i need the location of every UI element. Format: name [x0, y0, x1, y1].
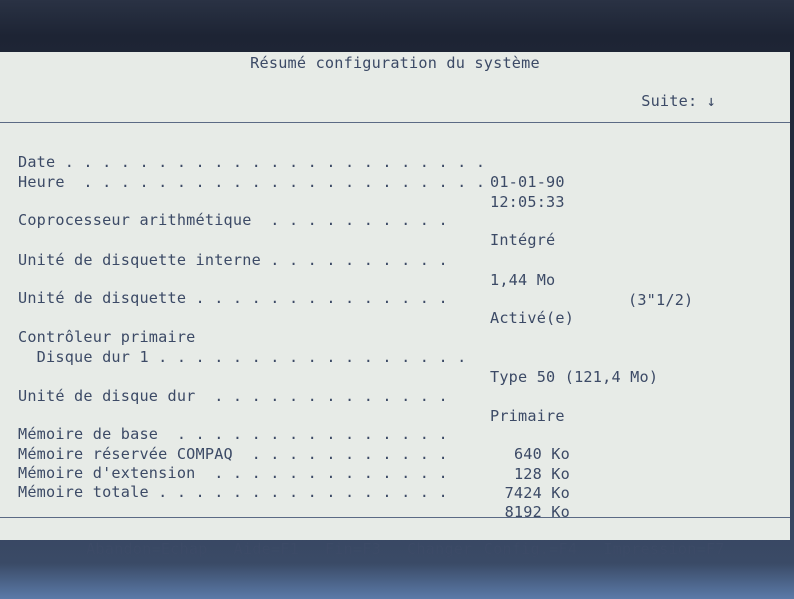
reserved-memory-value: 128 Ko [513, 465, 570, 483]
print-key[interactable]: Impression=F7 [603, 540, 724, 558]
coprocessor-label: Coprocesseur arithmétique . . . . . . . … [18, 211, 448, 229]
internal-floppy-size: (3"1/2) [628, 291, 694, 309]
row-date[interactable]: Date . . . . . . . . . . . . . . . . . .… [0, 132, 565, 191]
row-primary-controller: Contrôleur primaire [0, 307, 195, 346]
heure-value[interactable]: 12:05:33 [490, 192, 565, 212]
top-divider [0, 122, 790, 123]
date-label: Date . . . . . . . . . . . . . . . . . .… [18, 153, 486, 171]
row-heure[interactable]: Heure . . . . . . . . . . . . . . . . . … [0, 152, 565, 211]
abandon-key[interactable]: Abandon=Echap [86, 540, 207, 558]
total-memory-value: 8192 Ko [504, 503, 570, 521]
help-key[interactable]: Aide=F1 [234, 540, 299, 558]
heure-label: Heure . . . . . . . . . . . . . . . . . … [18, 173, 486, 191]
row-reserved-memory: Mémoire réservée COMPAQ . . . . . . . . … [0, 424, 570, 483]
end-key[interactable]: Fin=F3 [325, 540, 381, 558]
base-memory-value: 640 Ko [513, 445, 570, 463]
floppy-label: Unité de disquette . . . . . . . . . . .… [18, 289, 448, 307]
row-internal-floppy[interactable]: Unité de disquette interne . . . . . . .… [0, 230, 693, 309]
bottom-divider [0, 517, 790, 518]
row-coprocessor[interactable]: Coprocesseur arithmétique . . . . . . . … [0, 190, 555, 249]
row-floppy[interactable]: Unité de disquette . . . . . . . . . . .… [0, 268, 574, 327]
screen-title: Résumé configuration du système [250, 54, 540, 72]
row-hard-drive-unit[interactable]: Unité de disque dur . . . . . . . . . . … [0, 366, 565, 425]
setup-screen: Résumé configuration du système Suite: ↓… [0, 52, 790, 558]
hard-disk-1-label: Disque dur 1 . . . . . . . . . . . . . .… [18, 348, 467, 366]
row-base-memory: Mémoire de base . . . . . . . . . . . . … [0, 404, 570, 463]
function-key-bar: Abandon=Echap Aide=F1 Fin=F3 Changer Config… [18, 522, 751, 576]
extended-memory-label: Mémoire d'extension . . . . . . . . . . … [18, 464, 448, 482]
coprocessor-value[interactable]: Intégré [490, 230, 555, 250]
row-total-memory: Mémoire totale . . . . . . . . . . . . .… [0, 462, 570, 521]
internal-floppy-value[interactable]: 1,44 Mo [490, 270, 555, 290]
row-extended-memory: Mémoire d'extension . . . . . . . . . . … [0, 443, 570, 502]
change-config-key[interactable]: Changer Config.=F4 [407, 540, 577, 558]
date-value[interactable]: 01-01-90 [490, 172, 565, 192]
base-memory-label: Mémoire de base . . . . . . . . . . . . … [18, 425, 448, 443]
reserved-memory-label: Mémoire réservée COMPAQ . . . . . . . . … [18, 445, 448, 463]
hard-drive-unit-label: Unité de disque dur . . . . . . . . . . … [18, 387, 448, 405]
more-indicator: Suite: ↓ [641, 92, 716, 110]
floppy-value[interactable]: Activé(e) [490, 308, 574, 328]
hard-disk-1-value[interactable]: Type 50 (121,4 Mo) [490, 367, 658, 387]
total-memory-label: Mémoire totale . . . . . . . . . . . . .… [18, 483, 448, 501]
hard-drive-unit-value[interactable]: Primaire [490, 406, 565, 426]
internal-floppy-label: Unité de disquette interne . . . . . . .… [18, 251, 448, 269]
row-hard-disk-1[interactable]: Disque dur 1 . . . . . . . . . . . . . .… [0, 327, 658, 386]
extended-memory-value: 7424 Ko [504, 484, 570, 502]
monitor-bezel: Résumé configuration du système Suite: ↓… [0, 0, 794, 599]
